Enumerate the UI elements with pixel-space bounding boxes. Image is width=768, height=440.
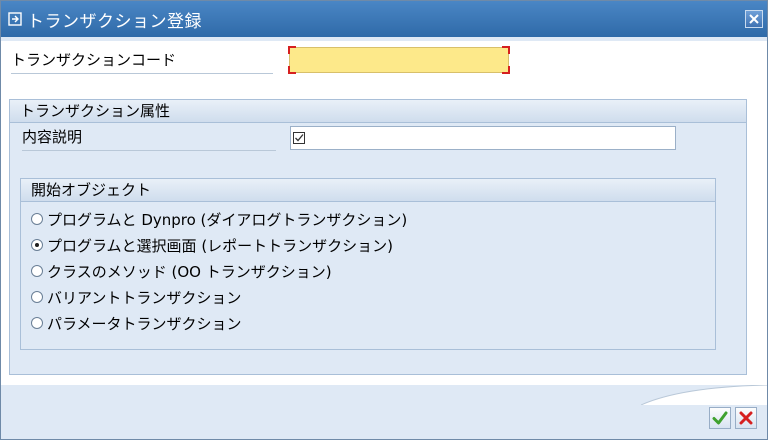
radio-label: プログラムと Dynpro (ダイアログトランザクション) (47, 210, 408, 229)
cancel-icon (739, 411, 753, 425)
radio-button-selected[interactable] (31, 239, 43, 251)
start-object-options: プログラムと Dynpro (ダイアログトランザクション) プログラムと選択画面… (21, 202, 715, 336)
radio-option-oo[interactable]: クラスのメソッド (OO トランザクション) (31, 258, 715, 284)
radio-button[interactable] (31, 317, 43, 329)
window-menu-icon[interactable] (7, 11, 23, 27)
radio-label: バリアントトランザクション (47, 288, 242, 307)
radio-label: パラメータトランザクション (47, 314, 242, 333)
title-bar: トランザクション登録 (1, 1, 767, 37)
attributes-header: トランザクション属性 (10, 100, 746, 123)
radio-option-variant[interactable]: バリアントトランザクション (31, 284, 715, 310)
description-input[interactable] (290, 126, 676, 150)
radio-option-report[interactable]: プログラムと選択画面 (レポートトランザクション) (31, 232, 715, 258)
close-icon (749, 14, 759, 24)
radio-label: クラスのメソッド (OO トランザクション) (47, 262, 332, 281)
transaction-attributes-group: トランザクション属性 内容説明 開始オブジェクト プログラムと Dynpro (… (9, 99, 747, 375)
checkmark-icon (712, 411, 728, 425)
transaction-dialog: トランザクション登録 トランザクションコード トランザクション属性 内容説明 開… (0, 0, 768, 440)
ok-button[interactable] (709, 407, 731, 429)
tcode-label: トランザクションコード (11, 49, 273, 74)
required-marker (288, 66, 296, 74)
tcode-row: トランザクションコード (1, 45, 767, 75)
required-marker (502, 66, 510, 74)
radio-button[interactable] (31, 213, 43, 225)
cancel-button[interactable] (735, 407, 757, 429)
footer-curve (641, 385, 767, 405)
description-label: 内容説明 (22, 126, 276, 151)
checkbox-icon (293, 132, 305, 144)
radio-button[interactable] (31, 291, 43, 303)
start-object-group: 開始オブジェクト プログラムと Dynpro (ダイアログトランザクション) プ… (20, 178, 716, 350)
header-strip (1, 37, 767, 41)
radio-label: プログラムと選択画面 (レポートトランザクション) (47, 236, 394, 255)
description-row: 内容説明 (22, 126, 732, 152)
radio-button[interactable] (31, 265, 43, 277)
close-button[interactable] (745, 10, 763, 28)
required-marker (502, 46, 510, 54)
tcode-input[interactable] (288, 46, 510, 74)
start-object-header: 開始オブジェクト (21, 179, 715, 202)
required-marker (288, 46, 296, 54)
radio-option-dynpro[interactable]: プログラムと Dynpro (ダイアログトランザクション) (31, 206, 715, 232)
radio-option-parameter[interactable]: パラメータトランザクション (31, 310, 715, 336)
dialog-title: トランザクション登録 (27, 11, 202, 32)
